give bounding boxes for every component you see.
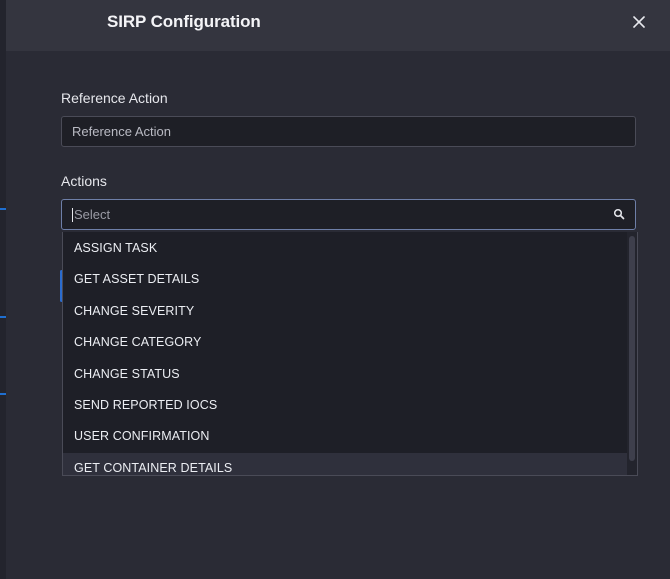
dropdown-option-get-container-details[interactable]: GET CONTAINER DETAILS (63, 453, 629, 475)
dropdown-option-change-status[interactable]: CHANGE STATUS (63, 359, 629, 390)
dropdown-option-change-severity[interactable]: CHANGE SEVERITY (63, 296, 629, 327)
dropdown-scrollbar-thumb[interactable] (629, 236, 635, 461)
reference-action-label: Reference Action (61, 90, 168, 106)
modal: SIRP Configuration Reference Action Refe… (0, 0, 670, 579)
reference-action-placeholder: Reference Action (72, 124, 172, 139)
background-accent (0, 393, 6, 395)
dropdown-option-send-reported-iocs[interactable]: SEND REPORTED IOCS (63, 390, 629, 421)
dropdown-option-get-asset-details[interactable]: GET ASSET DETAILS (63, 264, 629, 295)
reference-action-input[interactable]: Reference Action (61, 116, 636, 147)
modal-title: SIRP Configuration (107, 12, 261, 31)
dropdown-option-user-confirmation[interactable]: USER CONFIRMATION (63, 421, 629, 452)
dropdown-option-assign-task[interactable]: ASSIGN TASK (63, 233, 629, 264)
actions-label: Actions (61, 173, 107, 189)
background-accent (0, 208, 6, 210)
background-accent (0, 316, 6, 318)
actions-select-placeholder: Select (74, 207, 111, 222)
close-button[interactable] (628, 11, 650, 33)
background-edge (0, 0, 6, 579)
close-icon (633, 16, 645, 28)
text-caret (72, 207, 73, 222)
dropdown-option-change-category[interactable]: CHANGE CATEGORY (63, 327, 629, 358)
actions-dropdown[interactable]: ASSIGN TASK GET ASSET DETAILS CHANGE SEV… (62, 232, 638, 476)
actions-select-input[interactable]: Select (61, 199, 636, 230)
dropdown-scroll-track[interactable] (627, 232, 637, 475)
modal-header: SIRP Configuration (6, 0, 670, 51)
search-icon[interactable] (613, 208, 625, 220)
